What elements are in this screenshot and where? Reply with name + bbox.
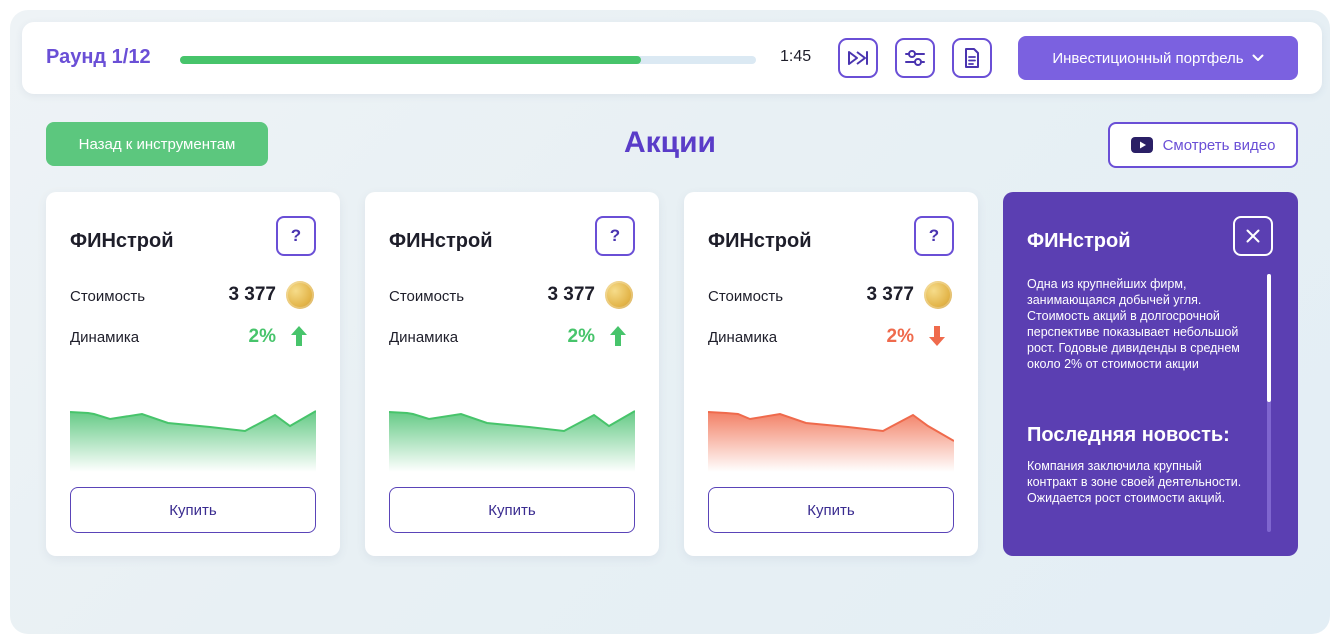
price-value: 3 377 [866, 284, 914, 305]
stock-title: ФИНстрой [389, 230, 493, 252]
help-button[interactable]: ? [276, 216, 316, 256]
arrow-up-icon [291, 326, 307, 346]
buy-button[interactable]: Купить [708, 487, 954, 533]
app-window: Раунд 1/12 1:45 Инвестиционный портфель … [10, 10, 1330, 634]
video-icon [1130, 137, 1153, 153]
document-button[interactable] [952, 38, 992, 78]
coin-icon [605, 281, 633, 309]
stock-title: ФИНстрой [708, 230, 812, 252]
close-button[interactable] [1233, 216, 1273, 256]
info-title: ФИНстрой [1027, 230, 1131, 252]
news-text: Компания заключила крупный контракт в зо… [1027, 459, 1242, 505]
stock-card: ФИНстрой ? Стоимость 3 377 Динамика 2% К… [46, 192, 340, 556]
settings-button[interactable] [895, 38, 935, 78]
help-button[interactable]: ? [595, 216, 635, 256]
price-label: Стоимость [70, 288, 146, 305]
price-label: Стоимость [389, 288, 465, 305]
buy-button[interactable]: Купить [70, 487, 316, 533]
change-value: 2% [886, 326, 914, 347]
sparkline-chart [70, 410, 316, 472]
round-progress-bar [180, 56, 756, 64]
stock-info-panel: ФИНстрой Одна из крупнейших фирм, занима… [1003, 192, 1298, 556]
buy-button[interactable]: Купить [389, 487, 635, 533]
round-label: Раунд 1/12 [46, 46, 151, 68]
timer: 1:45 [780, 48, 812, 65]
info-description: Одна из крупнейших фирм, занимающаяся до… [1027, 277, 1240, 371]
stock-card: ФИНстрой ? Стоимость 3 377 Динамика 2% К… [365, 192, 659, 556]
change-label: Динамика [70, 329, 140, 346]
back-to-instruments-button[interactable]: Назад к инструментам [46, 122, 268, 166]
stock-title: ФИНстрой [70, 230, 174, 252]
fast-forward-button[interactable] [838, 38, 878, 78]
sparkline-chart [389, 410, 635, 472]
document-icon [965, 48, 979, 68]
watch-video-button[interactable]: Смотреть видео [1108, 122, 1298, 168]
price-value: 3 377 [228, 284, 276, 305]
help-button[interactable]: ? [914, 216, 954, 256]
price-label: Стоимость [708, 288, 784, 305]
coin-icon [286, 281, 314, 309]
news-heading: Последняя новость: [1027, 424, 1230, 446]
change-value: 2% [567, 326, 595, 347]
portfolio-dropdown-label: Инвестиционный портфель [1052, 49, 1244, 67]
scrollbar-thumb[interactable] [1267, 274, 1271, 402]
change-value: 2% [248, 326, 276, 347]
top-bar: Раунд 1/12 1:45 Инвестиционный портфель [22, 22, 1322, 94]
fast-forward-icon [848, 51, 868, 65]
coin-icon [924, 281, 952, 309]
close-icon [1246, 229, 1260, 243]
sliders-icon [905, 50, 925, 66]
chevron-down-icon [1252, 54, 1264, 61]
sparkline-chart [708, 411, 954, 472]
scrollbar[interactable] [1267, 274, 1271, 532]
page-title: Акции [623, 126, 716, 159]
watch-video-label: Смотреть видео [1162, 136, 1276, 154]
change-label: Динамика [389, 329, 459, 346]
arrow-up-icon [610, 326, 626, 346]
price-value: 3 377 [547, 284, 595, 305]
arrow-down-icon [929, 326, 945, 346]
change-label: Динамика [708, 329, 778, 346]
portfolio-dropdown[interactable]: Инвестиционный портфель [1018, 36, 1298, 80]
round-progress-fill [180, 56, 641, 64]
stock-card: ФИНстрой ? Стоимость 3 377 Динамика 2% К… [684, 192, 978, 556]
